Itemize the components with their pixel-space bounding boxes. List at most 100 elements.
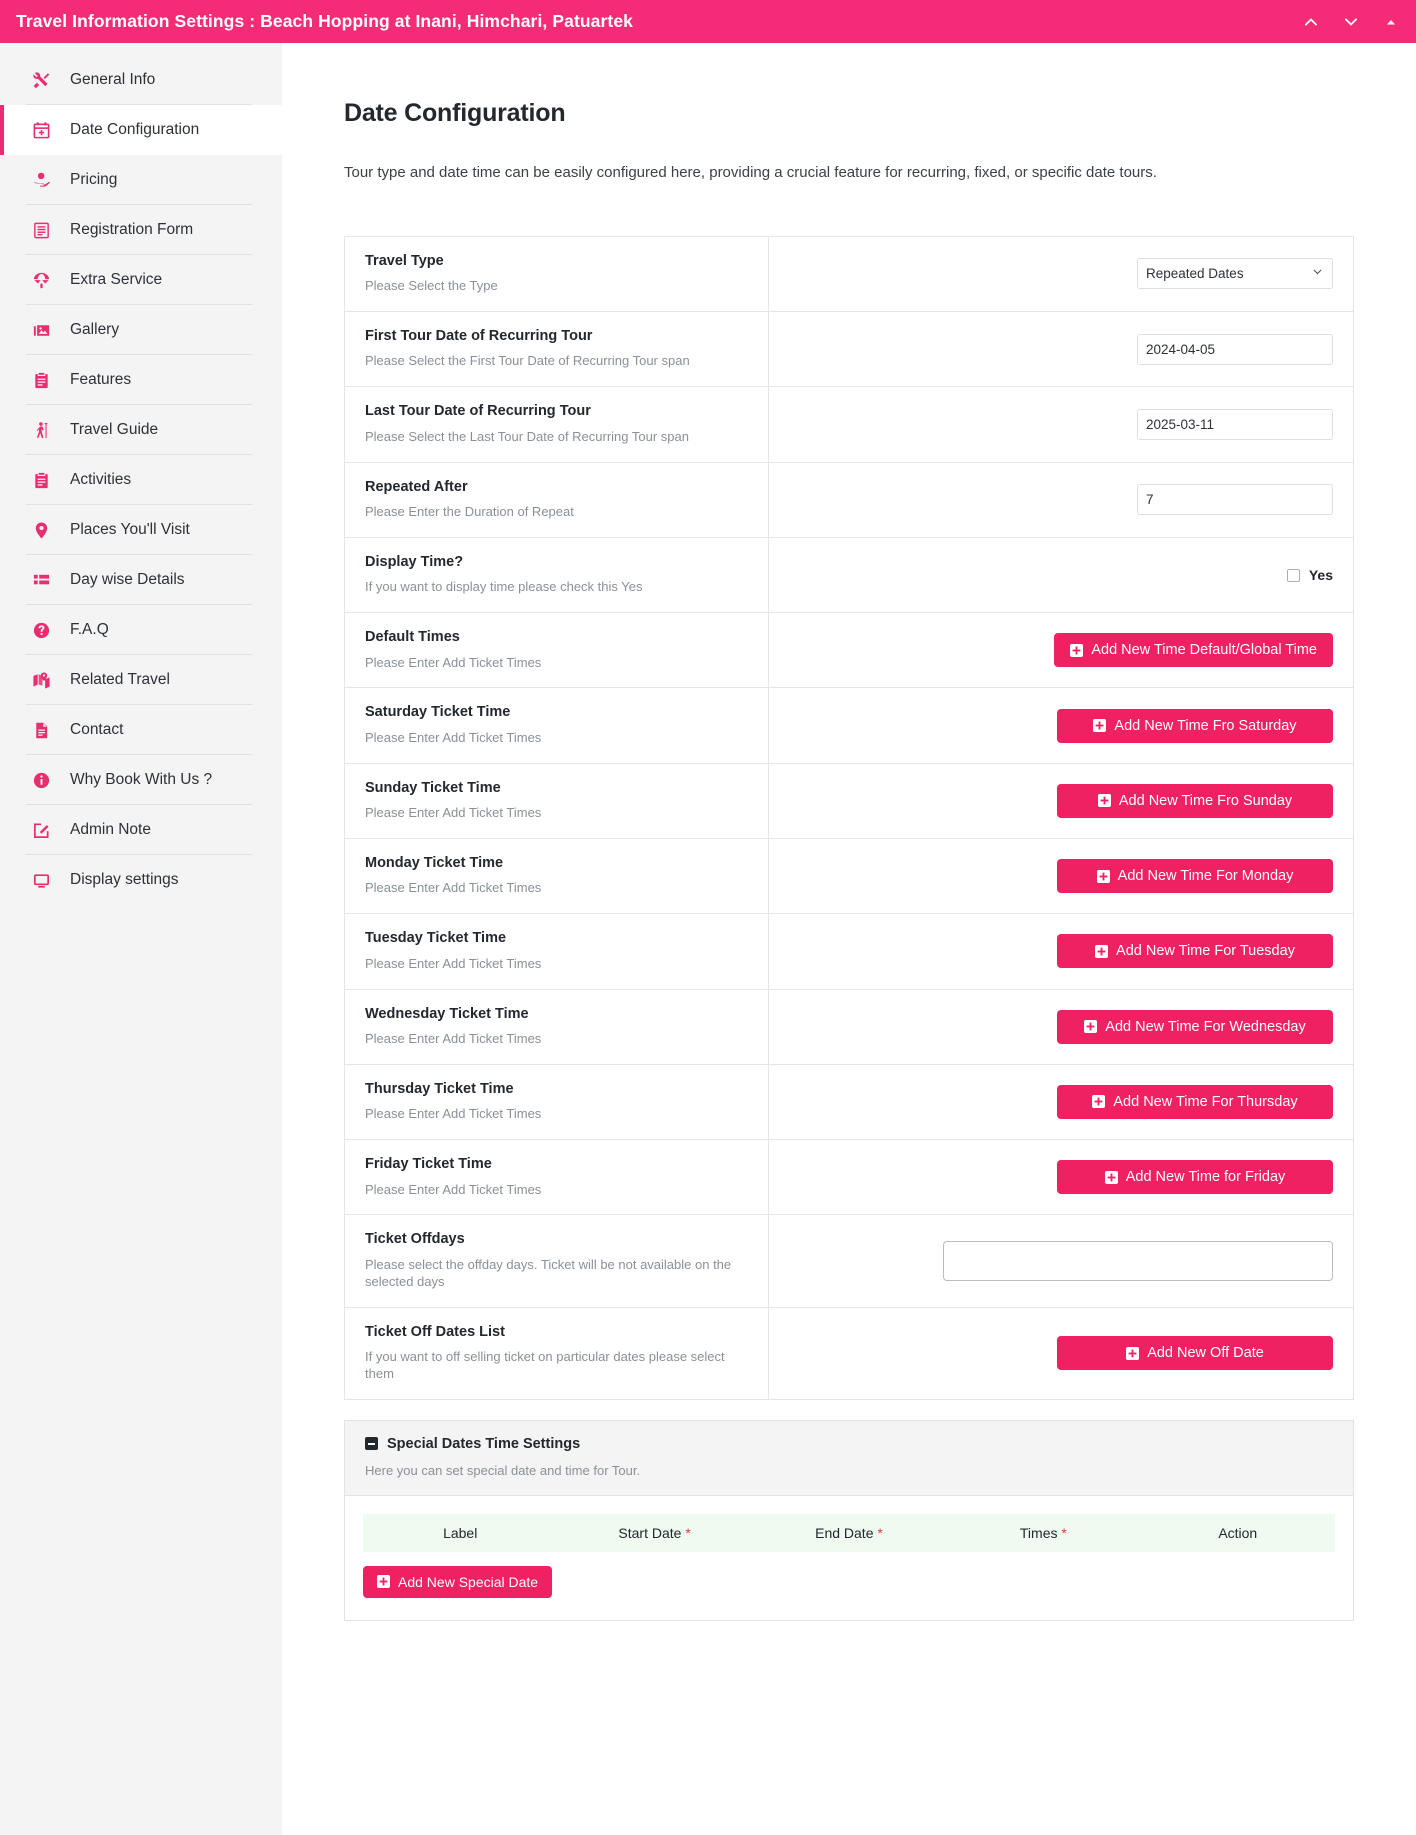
sidebar-item-contact[interactable]: Contact xyxy=(0,705,282,755)
sidebar-item-label: Date Configuration xyxy=(70,121,200,138)
sidebar-item-general-info[interactable]: General Info xyxy=(0,55,282,105)
form-row: First Tour Date of Recurring Tour Please … xyxy=(345,312,1353,388)
add-time-button[interactable]: Add New Time For Thursday xyxy=(1057,1084,1333,1119)
form-field-label: Saturday Ticket Time xyxy=(365,704,511,721)
triangle-up-icon[interactable] xyxy=(1380,11,1402,33)
sidebar-item-features[interactable]: Features xyxy=(0,355,282,405)
button-label: Add New Special Date xyxy=(398,1573,539,1590)
special-dates-body: Label Start Date * End Date * Times * Action… xyxy=(345,1496,1353,1620)
sidebar-item-registration-form[interactable]: Registration Form xyxy=(0,205,282,255)
sidebar-item-day-wise-details[interactable]: Day wise Details xyxy=(0,555,282,605)
plus-square-icon xyxy=(1095,944,1109,958)
sidebar-item-faq[interactable]: F.A.Q xyxy=(0,605,282,655)
form-field-hint: Please Enter Add Ticket Times xyxy=(365,654,542,670)
window-titlebar: Travel Information Settings : Beach Hopp… xyxy=(0,0,1416,43)
form-row: Sunday Ticket Time Please Enter Add Ticke… xyxy=(345,763,1353,839)
form-field-label: First Tour Date of Recurring Tour xyxy=(365,328,593,345)
form-row-label-cell: Sunday Ticket Time Please Enter Add Ticke… xyxy=(345,763,769,838)
sidebar-item-label: Admin Note xyxy=(70,821,151,838)
clipboard-icon xyxy=(26,471,56,490)
map-pin-icon xyxy=(26,521,56,540)
form-field-hint: Please select the offday days. Ticket wi… xyxy=(365,1256,732,1289)
special-dates-title-row: Special Dates Time Settings xyxy=(365,1436,1333,1452)
sidebar-item-related-travel[interactable]: Related Travel xyxy=(0,655,282,705)
form-row-control-cell: Add New Time Fro Saturday xyxy=(769,688,1353,762)
text-input[interactable] xyxy=(1137,484,1333,516)
form-field-hint: Please Enter Add Ticket Times xyxy=(365,805,542,821)
calendar-plus-icon xyxy=(26,121,56,140)
sidebar-item-places-youll-visit[interactable]: Places You'll Visit xyxy=(0,505,282,555)
form-field-label: Default Times xyxy=(365,629,460,646)
form-list-icon xyxy=(26,221,56,240)
add-time-button[interactable]: Add New Time for Friday xyxy=(1057,1160,1333,1195)
form-field-hint: Please Enter Add Ticket Times xyxy=(365,1181,542,1197)
form-row-label-cell: Travel Type Please Select the Type xyxy=(345,236,769,312)
sidebar-item-admin-note[interactable]: Admin Note xyxy=(0,805,282,855)
column-label: Times xyxy=(1019,1524,1058,1541)
column-label: Start Date xyxy=(618,1524,682,1541)
special-dates-table: Label Start Date * End Date * Times * Action xyxy=(363,1513,1335,1552)
sidebar-item-travel-guide[interactable]: Travel Guide xyxy=(0,405,282,455)
sidebar-item-gallery[interactable]: Gallery xyxy=(0,305,282,355)
add-time-button[interactable]: Add New Time Fro Sunday xyxy=(1057,783,1333,818)
sidebar-item-why-book-with-us[interactable]: Why Book With Us ? xyxy=(0,755,282,805)
form-field-label: Last Tour Date of Recurring Tour xyxy=(365,403,591,420)
sidebar-item-label: Gallery xyxy=(70,321,120,338)
form-row-label-cell: Display Time? If you want to display time… xyxy=(345,537,769,613)
question-circle-icon xyxy=(26,621,56,640)
add-new-special-date-button[interactable]: Add New Special Date xyxy=(363,1565,553,1598)
button-label: Add New Time For Tuesday xyxy=(1116,943,1295,960)
special-dates-subtitle: Here you can set special date and time f… xyxy=(365,1462,641,1478)
add-time-button[interactable]: Add New Off Date xyxy=(1057,1336,1333,1371)
hand-money-icon xyxy=(26,171,56,190)
add-time-button[interactable]: Add New Time Fro Saturday xyxy=(1057,708,1333,743)
form-field-hint: Please Enter Add Ticket Times xyxy=(365,729,542,745)
special-dates-actions: Add New Special Date xyxy=(363,1552,1335,1598)
form-field-hint: Please Enter Add Ticket Times xyxy=(365,1106,542,1122)
text-input[interactable] xyxy=(1137,408,1333,440)
info-circle-icon xyxy=(26,771,56,790)
form-row-control-cell xyxy=(769,387,1353,461)
minus-square-icon[interactable] xyxy=(365,1437,378,1451)
add-time-button[interactable]: Add New Time Default/Global Time xyxy=(1054,633,1333,668)
form-row-label-cell: Ticket Offdays Please select the offday d… xyxy=(345,1215,769,1307)
parachute-icon xyxy=(26,271,56,290)
column-label: Label xyxy=(443,1524,478,1541)
form-row-label-cell: Friday Ticket Time Please Enter Add Ticke… xyxy=(345,1140,769,1215)
sidebar-item-activities[interactable]: Activities xyxy=(0,455,282,505)
form-row-label-cell: Repeated After Please Enter the Duration … xyxy=(345,462,769,537)
sidebar-item-label: Display settings xyxy=(70,871,179,888)
window-title: Travel Information Settings : Beach Hopp… xyxy=(16,11,633,31)
sidebar-item-extra-service[interactable]: Extra Service xyxy=(0,255,282,305)
form-field-hint: Please Enter the Duration of Repeat xyxy=(365,503,574,519)
form-field-label: Thursday Ticket Time xyxy=(365,1080,514,1097)
sidebar-item-label: Travel Guide xyxy=(70,421,159,438)
add-time-button[interactable]: Add New Time For Monday xyxy=(1057,859,1333,894)
tools-icon xyxy=(26,71,56,90)
sidebar-item-pricing[interactable]: Pricing xyxy=(0,155,282,205)
add-time-button[interactable]: Add New Time For Tuesday xyxy=(1057,934,1333,969)
travel-type-select[interactable]: Repeated DatesFixed DatesSpecific Dates xyxy=(1137,258,1333,290)
sidebar-item-date-configuration[interactable]: Date Configuration xyxy=(0,105,282,155)
display-time-checkbox[interactable] xyxy=(1286,568,1300,582)
form-field-hint: Please Select the Type xyxy=(365,278,498,294)
plus-square-icon xyxy=(1096,869,1110,883)
sidebar-item-label: Why Book With Us ? xyxy=(70,771,213,788)
travel-type-select-wrapper: Repeated DatesFixed DatesSpecific Dates xyxy=(1137,258,1333,290)
form-field-hint: If you want to off selling ticket on par… xyxy=(365,1348,725,1381)
add-time-button[interactable]: Add New Time For Wednesday xyxy=(1057,1009,1333,1044)
form-row-label-cell: Last Tour Date of Recurring Tour Please S… xyxy=(345,387,769,462)
text-input[interactable] xyxy=(1137,333,1333,365)
form-row-label-cell: Wednesday Ticket Time Please Enter Add Ti… xyxy=(345,989,769,1064)
form-row-label-cell: First Tour Date of Recurring Tour Please … xyxy=(345,312,769,387)
checkbox-label: Yes xyxy=(1308,567,1333,584)
sidebar: General Info Date Configuration Pricing … xyxy=(0,43,282,1835)
chevron-down-icon[interactable] xyxy=(1340,11,1362,33)
sidebar-item-display-settings[interactable]: Display settings xyxy=(0,855,282,905)
chevron-up-icon[interactable] xyxy=(1300,11,1322,33)
form-row-control-cell: Add New Time For Monday xyxy=(769,839,1353,913)
required-asterisk: * xyxy=(685,1524,691,1541)
sidebar-item-label: Activities xyxy=(70,471,132,488)
ticket-offdays-input[interactable] xyxy=(943,1240,1333,1281)
form-field-hint: Please Select the Last Tour Date of Recu… xyxy=(365,428,689,444)
